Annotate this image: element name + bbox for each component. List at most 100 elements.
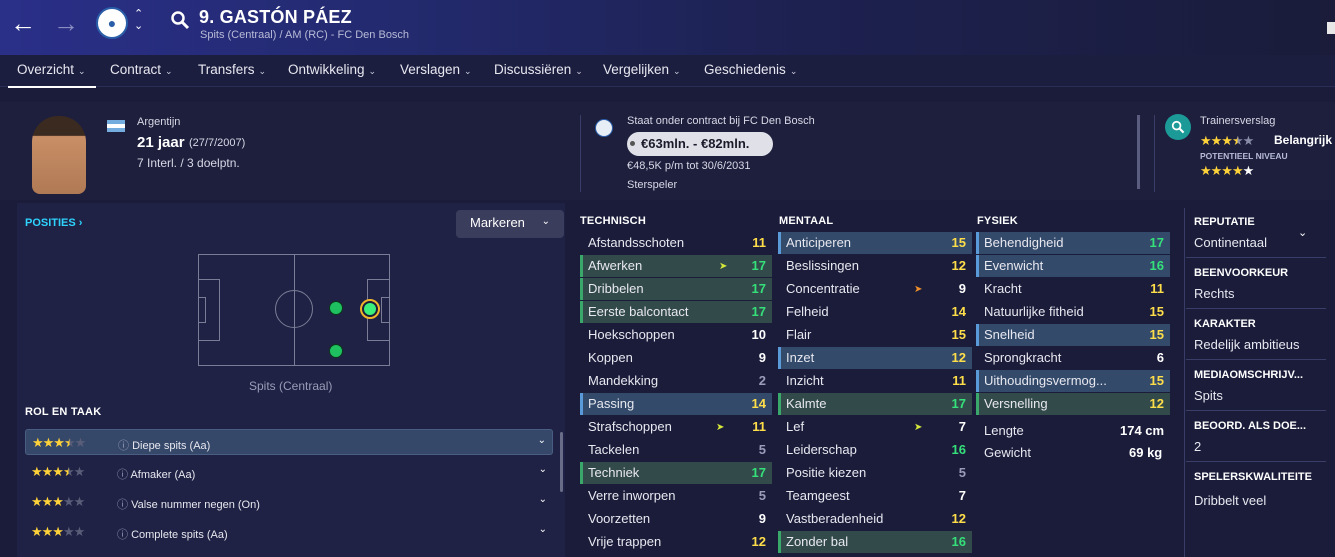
- length-label: Lengte: [984, 423, 1024, 438]
- goal-rating-value: 2: [1194, 439, 1202, 454]
- attr-row: Sprongkracht 6: [984, 350, 1164, 365]
- role-item[interactable]: ★★★★★ ⓘ Valse nummer negen (On) ⌄: [25, 489, 553, 515]
- attr-row: Flair 15: [786, 327, 966, 342]
- divider: [1184, 208, 1185, 557]
- divider: [1186, 257, 1326, 258]
- left-goal-area: [198, 297, 206, 323]
- attr-row: Kalmte 17: [778, 393, 972, 415]
- potential-label: POTENTIEEL NIVEAU: [1200, 151, 1288, 161]
- tab-overzicht[interactable]: Overzicht ⌄: [17, 62, 86, 77]
- markeren-dropdown[interactable]: Markeren ⌄: [456, 210, 564, 238]
- attr-row: Snelheid 15: [976, 324, 1170, 346]
- tab-transfers[interactable]: Transfers ⌄: [198, 62, 266, 77]
- tab-verslagen[interactable]: Verslagen ⌄: [400, 62, 472, 77]
- positions-link[interactable]: POSITIES ›: [25, 217, 82, 229]
- forward-arrow-icon[interactable]: →: [53, 10, 79, 36]
- preferred-foot-label: BEENVOORKEUR: [1194, 267, 1289, 279]
- attr-row: Zonder bal 16: [778, 531, 972, 553]
- divider: [1186, 308, 1326, 309]
- goal-rating-label: BEOORD. ALS DOE...: [1194, 420, 1307, 432]
- technical-title: TECHNISCH: [580, 215, 646, 227]
- attr-row: Inzet 12: [778, 347, 972, 369]
- attr-row: Felheid 14: [786, 304, 966, 319]
- attr-row: Positie kiezen 5: [786, 465, 966, 480]
- coach-report-title: Trainersverslag: [1200, 115, 1276, 127]
- tab-vergelijken[interactable]: Vergelijken ⌄: [603, 62, 681, 77]
- age: 21 jaar: [137, 134, 185, 151]
- player-switch-arrows-icon[interactable]: ⌃ ⌄: [134, 8, 143, 32]
- right-goal-area: [381, 297, 389, 323]
- wage-until: €48,5K p/m tot 30/6/2031: [627, 160, 751, 172]
- attr-row: Afstandsschoten 11: [588, 235, 766, 250]
- role-item[interactable]: ★★★★★ ⓘ Afmaker (Aa) ⌄: [25, 459, 553, 485]
- scout-report-search-icon[interactable]: [1165, 114, 1191, 140]
- position-ring-st-c[interactable]: [360, 299, 380, 319]
- position-dot-am-r[interactable]: [329, 344, 343, 358]
- club-badge-icon[interactable]: ●: [96, 7, 128, 39]
- active-tab-indicator: [8, 86, 96, 88]
- role-item[interactable]: ★★★★★ ⓘ Complete spits (Aa) ⌄: [25, 519, 553, 545]
- weight-label: Gewicht: [984, 445, 1031, 460]
- tab-contract[interactable]: Contract ⌄: [110, 62, 173, 77]
- roles-title: ROL EN TAAK: [25, 406, 102, 418]
- attr-row: Verre inworpen 5: [588, 488, 766, 503]
- reputation-label: REPUTATIE: [1194, 216, 1255, 228]
- divider: [1186, 410, 1326, 411]
- center-circle: [275, 290, 313, 328]
- attr-row: Dribbelen 17: [580, 278, 772, 300]
- mental-title: MENTAAL: [779, 215, 834, 227]
- preferred-foot-value: Rechts: [1194, 286, 1235, 301]
- attr-row: Vastberadenheid 12: [786, 511, 966, 526]
- attr-row: Kracht 11: [984, 281, 1164, 296]
- tab-geschiedenis[interactable]: Geschiedenis ⌄: [704, 62, 797, 77]
- divider: [1154, 115, 1155, 192]
- search-icon[interactable]: [170, 10, 190, 30]
- attr-row: Leiderschap 16: [786, 442, 966, 457]
- media-description-value: Spits: [1194, 388, 1223, 403]
- back-arrow-icon[interactable]: ←: [10, 10, 36, 36]
- length-value: 174 cm: [1120, 423, 1165, 438]
- attr-row: Techniek 17: [580, 462, 772, 484]
- potential-ability-stars: ★★★★★: [1200, 163, 1254, 178]
- value-range-badge[interactable]: €63mln. - €82mln.: [627, 132, 773, 156]
- attr-row: Anticiperen 15: [778, 232, 972, 254]
- nationality: Argentijn: [137, 116, 181, 128]
- position-label: Spits (Centraal): [249, 379, 333, 393]
- date-of-birth: (27/7/2007): [189, 137, 246, 149]
- window-edge: [1327, 22, 1335, 34]
- tab-discussieren[interactable]: Discussiëren ⌄: [494, 62, 583, 77]
- player-name: 9. GASTÓN PÁEZ: [199, 7, 352, 27]
- current-ability-stars: ★★★★★: [1200, 133, 1254, 148]
- roles-scrollbar[interactable]: [560, 432, 563, 492]
- player-portrait: [32, 116, 86, 194]
- personality-value: Redelijk ambitieus: [1194, 337, 1300, 352]
- pitch-diagram: [198, 254, 390, 366]
- attr-row: Strafschoppen ➤ 11: [588, 419, 766, 434]
- attr-row: Voorzetten 9: [588, 511, 766, 526]
- position-dot-am-c[interactable]: [329, 301, 343, 315]
- importance-label: Belangrijk: [1274, 133, 1333, 147]
- scrollbar[interactable]: [1137, 115, 1140, 189]
- weight-value: 69 kg: [1129, 445, 1163, 460]
- attr-row: Inzicht 11: [786, 373, 966, 388]
- contract-status: Staat onder contract bij FC Den Bosch: [627, 115, 815, 127]
- argentina-flag-icon: [107, 120, 125, 132]
- role-item[interactable]: ★★★★★ ⓘ Diepe spits (Aa) ⌄: [25, 429, 553, 455]
- attr-row: Behendigheid 17: [976, 232, 1170, 254]
- tab-ontwikkeling[interactable]: Ontwikkeling ⌄: [288, 62, 376, 77]
- attr-row: Uithoudingsvermog... 15: [976, 370, 1170, 392]
- attr-row: Tackelen 5: [588, 442, 766, 457]
- club-badge-small-icon: [595, 119, 613, 137]
- attr-row: Versnelling 12: [976, 393, 1170, 415]
- squad-status: Sterspeler: [627, 179, 678, 191]
- attr-row: Afwerken ➤ 17: [580, 255, 772, 277]
- media-description-label: MEDIAOMSCHRIJV...: [1194, 369, 1304, 381]
- attr-row: Evenwicht 16: [976, 255, 1170, 277]
- attr-row: Hoekschoppen 10: [588, 327, 766, 342]
- reputation-dropdown-icon[interactable]: ⌄: [1298, 226, 1307, 239]
- player-traits-value: Dribbelt veel: [1194, 493, 1267, 508]
- attr-row: Teamgeest 7: [786, 488, 966, 503]
- attr-row: Mandekking 2: [588, 373, 766, 388]
- attr-row: Natuurlijke fitheid 15: [984, 304, 1164, 319]
- attr-row: Beslissingen 12: [786, 258, 966, 273]
